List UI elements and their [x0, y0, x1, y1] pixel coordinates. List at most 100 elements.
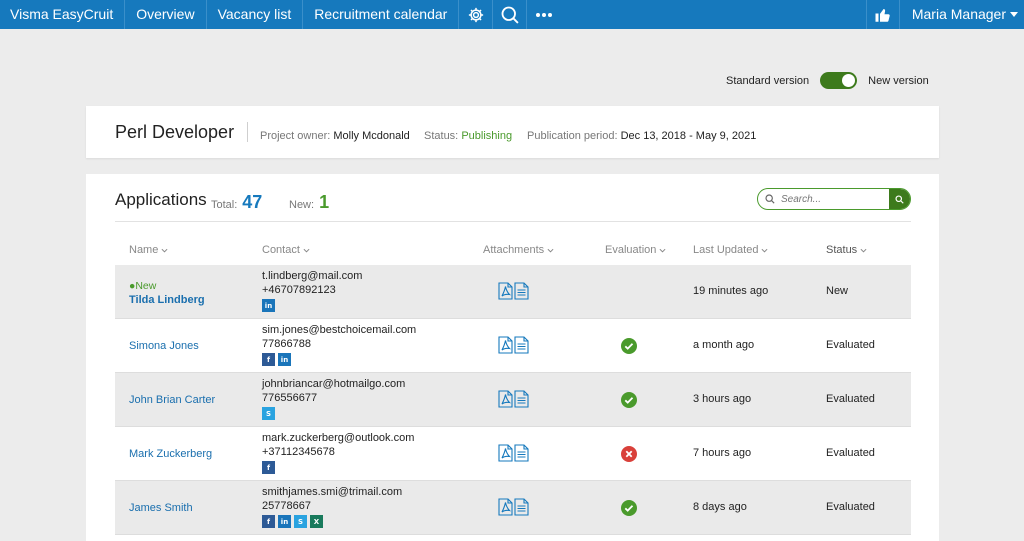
total-count: Total: 47 [211, 192, 263, 212]
applications-card: Applications Total: 47 New: 1 Name Conta… [86, 174, 939, 541]
search-button[interactable] [889, 189, 910, 209]
brand-logo[interactable]: Visma EasyCruit [0, 0, 126, 29]
document-file-icon[interactable] [514, 390, 529, 408]
evaluation-cell [621, 446, 637, 465]
search-icon [895, 194, 904, 204]
chevron-down-icon [860, 248, 867, 253]
contact-email: mark.zuckerberg@outlook.com [262, 432, 415, 444]
check-circle-icon [621, 500, 637, 516]
pdf-file-icon[interactable] [498, 390, 513, 408]
project-status: Status: Publishing [424, 130, 513, 142]
table-row[interactable]: Mark Zuckerberg mark.zuckerberg@outlook.… [115, 427, 911, 481]
column-header-last-updated[interactable]: Last Updated [693, 244, 768, 256]
reject-circle-icon [621, 446, 637, 462]
contact-email: t.lindberg@mail.com [262, 270, 363, 282]
chevron-down-icon [659, 248, 666, 253]
applicant-name[interactable]: Mark Zuckerberg [129, 448, 212, 460]
document-file-icon[interactable] [514, 498, 529, 516]
facebook-icon[interactable]: f [262, 515, 275, 528]
more-menu-button[interactable] [527, 0, 561, 29]
project-title: Perl Developer [115, 122, 249, 142]
pdf-file-icon[interactable] [498, 282, 513, 300]
contact-cell: t.lindberg@mail.com +46707892123 in [262, 269, 362, 312]
project-header-card: Perl Developer Project owner: Molly Mcdo… [86, 106, 939, 158]
column-header-name[interactable]: Name [129, 244, 168, 256]
total-count-value: 47 [242, 192, 263, 212]
new-version-label: New version [868, 74, 929, 87]
new-badge: ●New [129, 280, 157, 292]
standard-version-label: Standard version [726, 74, 810, 87]
chevron-down-icon [161, 248, 168, 253]
linkedin-icon[interactable]: in [278, 515, 291, 528]
linkedin-icon[interactable]: in [278, 353, 291, 366]
contact-email: sim.jones@bestchoicemail.com [262, 324, 417, 336]
facebook-icon[interactable]: f [262, 353, 275, 366]
document-file-icon[interactable] [514, 336, 529, 354]
contact-phone: +37112345678 [262, 446, 335, 458]
search-box [757, 188, 911, 210]
top-nav-bar: Visma EasyCruit Overview Vacancy list Re… [0, 0, 1024, 29]
settings-button[interactable] [459, 0, 494, 29]
search-input[interactable] [781, 193, 889, 205]
table-row[interactable]: John Brian Carter johnbriancar@hotmailgo… [115, 373, 911, 427]
attachments-cell [498, 282, 529, 300]
contact-phone: 77866788 [262, 338, 311, 350]
skype-icon[interactable]: S [294, 515, 307, 528]
search-nav-button[interactable] [493, 0, 528, 29]
chevron-down-icon [761, 248, 768, 253]
feedback-button[interactable] [865, 0, 900, 29]
table-row[interactable]: ●New Tilda Lindberg t.lindberg@mail.com … [115, 265, 911, 319]
applicant-name[interactable]: Simona Jones [129, 340, 199, 352]
document-file-icon[interactable] [514, 444, 529, 462]
publication-period-value: Dec 13, 2018 - May 9, 2021 [620, 130, 757, 142]
applicant-name[interactable]: James Smith [129, 502, 193, 514]
last-updated: 7 hours ago [693, 447, 752, 459]
applicant-name[interactable]: John Brian Carter [129, 394, 215, 406]
last-updated: a month ago [693, 339, 755, 351]
document-file-icon[interactable] [514, 282, 529, 300]
contact-phone: +46707892123 [262, 284, 336, 296]
project-status-value: Publishing [461, 130, 513, 142]
application-status: New [826, 285, 849, 297]
column-header-contact[interactable]: Contact [262, 244, 310, 256]
project-owner-value: Molly Mcdonald [333, 130, 410, 142]
version-toggle[interactable] [820, 72, 858, 89]
last-updated: 19 minutes ago [693, 285, 769, 297]
pdf-file-icon[interactable] [498, 336, 513, 354]
pdf-file-icon[interactable] [498, 498, 513, 516]
application-status: Evaluated [826, 393, 875, 405]
column-header-status[interactable]: Status [826, 244, 867, 256]
applicant-name[interactable]: Tilda Lindberg [129, 293, 205, 307]
application-status: Evaluated [826, 501, 875, 513]
table-row[interactable]: Simona Jones sim.jones@bestchoicemail.co… [115, 319, 911, 373]
nav-overview[interactable]: Overview [125, 0, 207, 29]
publication-period: Publication period: Dec 13, 2018 - May 9… [527, 130, 757, 142]
skype-icon[interactable]: S [262, 407, 275, 420]
application-status: Evaluated [826, 339, 875, 351]
project-owner: Project owner: Molly Mcdonald [260, 130, 410, 142]
column-header-attachments[interactable]: Attachments [483, 244, 554, 256]
applicant-name-cell[interactable]: ●New Tilda Lindberg [129, 279, 205, 307]
applications-title: Applications [115, 190, 207, 209]
xing-icon[interactable]: X [310, 515, 323, 528]
contact-cell: johnbriancar@hotmailgo.com 776556677 S [262, 377, 405, 420]
table-row[interactable]: James Smith smithjames.smi@trimail.com 2… [115, 481, 911, 535]
contact-cell: smithjames.smi@trimail.com 25778667 f in… [262, 485, 402, 528]
attachments-cell [498, 336, 529, 354]
last-updated: 8 days ago [693, 501, 747, 513]
pdf-file-icon[interactable] [498, 444, 513, 462]
search-icon [765, 194, 781, 204]
nav-vacancy-list[interactable]: Vacancy list [207, 0, 304, 29]
thumbs-up-icon [875, 8, 890, 22]
new-count: New: 1 [289, 192, 330, 212]
new-count-value: 1 [319, 192, 330, 212]
linkedin-icon[interactable]: in [262, 299, 275, 312]
column-header-evaluation[interactable]: Evaluation [605, 244, 666, 256]
user-menu[interactable]: Maria Manager [900, 0, 1024, 29]
facebook-icon[interactable]: f [262, 461, 275, 474]
evaluation-cell [621, 338, 637, 357]
nav-recruitment-calendar[interactable]: Recruitment calendar [303, 0, 460, 29]
contact-cell: mark.zuckerberg@outlook.com +37112345678… [262, 431, 414, 474]
divider [115, 221, 911, 222]
chevron-down-icon [303, 248, 310, 253]
